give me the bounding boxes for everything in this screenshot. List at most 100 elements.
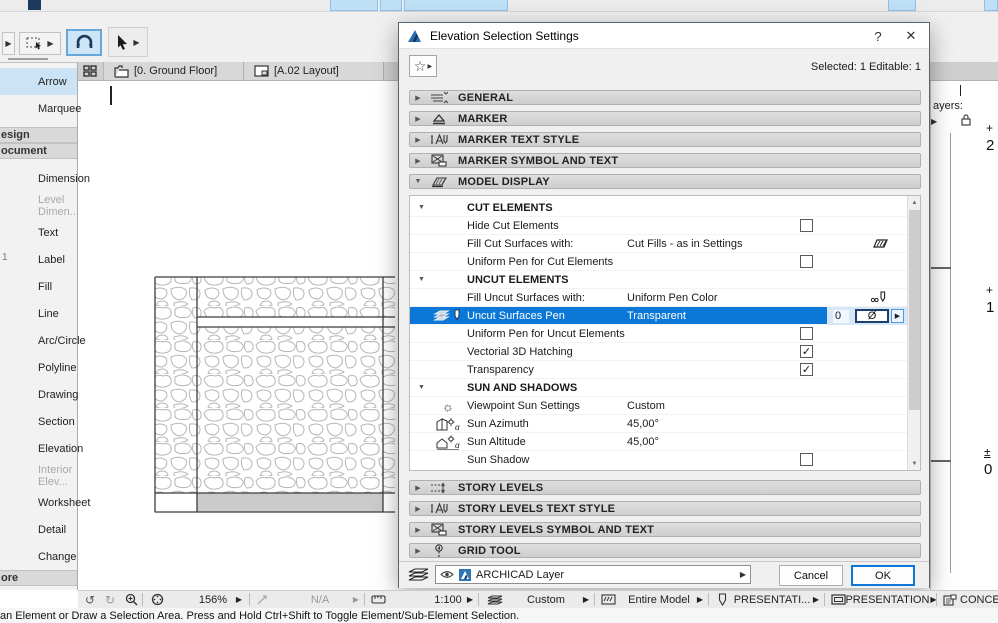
close-button[interactable]: ✕	[893, 23, 929, 49]
row-uncut-surfaces-pen[interactable]: Uncut Surfaces Pen Transparent 0 Ø ▶	[410, 307, 908, 325]
arrow-tool-button[interactable]: ▶	[108, 27, 148, 57]
toolbox-item-line[interactable]: Line	[0, 300, 77, 327]
row-fill-uncut-surfaces[interactable]: Fill Uncut Surfaces with: Uniform Pen Co…	[410, 289, 908, 307]
hide-cut-checkbox[interactable]	[800, 219, 813, 232]
model-view-value[interactable]: PRESENTATI...	[730, 591, 814, 608]
pen-flyout-button[interactable]: ▶	[891, 309, 904, 323]
model-view-button[interactable]	[714, 591, 730, 608]
toolbox-group-document[interactable]: ocument	[0, 143, 77, 159]
toolbox-item-fill[interactable]: Fill	[0, 273, 77, 300]
renovation-value[interactable]: CONCEPT_PR...	[960, 591, 998, 608]
tab-ground-floor[interactable]: [0. Ground Floor]	[104, 62, 244, 80]
toolbox-item-text[interactable]: Text	[0, 219, 77, 246]
pen-set-button[interactable]	[598, 591, 618, 608]
marquee-tool-button[interactable]: ▶	[19, 32, 61, 55]
cancel-button[interactable]: Cancel	[779, 565, 843, 586]
layer-stepper[interactable]: ▶	[580, 591, 592, 608]
section-story-levels-text-style[interactable]: ▶ STORY LEVELS TEXT STYLE	[409, 501, 921, 516]
uncut-pen-row-icon	[433, 309, 460, 321]
graphic-override-value[interactable]: PRESENTATION ▶	[845, 591, 936, 608]
scrollbar-thumb[interactable]	[909, 210, 920, 410]
scale-stepper[interactable]: ▶	[464, 591, 476, 608]
favorites-button[interactable]: ☆ ▶	[409, 55, 437, 77]
toolbox-item-arrow[interactable]: Arrow	[0, 68, 77, 95]
pen-number-field[interactable]: 0	[833, 309, 849, 323]
pen-set-value[interactable]: Entire Model	[620, 591, 698, 608]
toolbox-item-arc-circle[interactable]: Arc/Circle	[0, 327, 86, 354]
toolbox-item-change[interactable]: Change	[0, 543, 77, 570]
vectorial-hatching-checkbox[interactable]: ✓	[800, 345, 813, 358]
section-marker[interactable]: ▶ MARKER	[409, 111, 921, 126]
transparency-checkbox[interactable]: ✓	[800, 363, 813, 376]
toolbox-group-more[interactable]: ore	[0, 570, 77, 586]
section-story-levels-symbol-and-text[interactable]: ▶ STORY LEVELS SYMBOL AND TEXT	[409, 522, 921, 537]
layer-combination-button[interactable]	[484, 591, 506, 608]
ok-button[interactable]: OK	[851, 565, 915, 586]
layer-combination-value[interactable]: Custom	[508, 591, 584, 608]
toolbox-item-dimension[interactable]: Dimension	[0, 165, 90, 192]
orientation-button[interactable]	[254, 591, 270, 608]
toolbox-item-marquee[interactable]: Marquee	[0, 95, 81, 122]
toolbox-item-level-dimension[interactable]: Level Dimen...	[0, 192, 79, 219]
section-grid-tool[interactable]: ▶ GRID TOOL	[409, 543, 921, 558]
scale-button[interactable]	[368, 591, 388, 608]
row-sun-altitude[interactable]: α Sun Altitude 45,00°	[410, 433, 908, 451]
zoom-in-button[interactable]	[122, 591, 140, 608]
toolbox-group-design[interactable]: esign	[0, 127, 77, 143]
help-button[interactable]: ?	[863, 23, 893, 49]
section-model-display[interactable]: ▼ MODEL DISPLAY	[409, 174, 921, 189]
pen-color-button[interactable]: Ø	[855, 309, 889, 323]
model-view-stepper[interactable]: ▶	[810, 591, 822, 608]
section-story-levels[interactable]: ▶ STORY LEVELS	[409, 480, 921, 495]
next-zoom-button[interactable]: ↻	[102, 591, 118, 608]
zoom-stepper[interactable]: ▶	[233, 591, 245, 608]
row-uniform-pen-uncut[interactable]: Uniform Pen for Uncut Elements	[410, 325, 908, 343]
row-fill-cut-surfaces[interactable]: Fill Cut Surfaces with: Cut Fills - as i…	[410, 235, 908, 253]
tab-layout[interactable]: [A.02 Layout]	[244, 62, 384, 80]
group-header-uncut-elements[interactable]: ▼ UNCUT ELEMENTS	[410, 271, 908, 289]
row-viewpoint-sun-settings[interactable]: ☼ Viewpoint Sun Settings Custom	[410, 397, 908, 415]
section-general[interactable]: ▶ GENERAL	[409, 90, 921, 105]
section-marker-text-style[interactable]: ▶ MARKER TEXT STYLE	[409, 132, 921, 147]
quad-view-button[interactable]	[78, 62, 104, 80]
toolbar-highlight-fragment[interactable]	[380, 0, 402, 11]
group-header-sun-and-shadows[interactable]: ▼ SUN AND SHADOWS	[410, 379, 908, 397]
row-transparency[interactable]: Transparency ✓	[410, 361, 908, 379]
toolbox-item-detail[interactable]: Detail	[0, 516, 77, 543]
toolbar-highlight-fragment[interactable]	[404, 0, 508, 11]
toolbox-item-section[interactable]: Section	[0, 408, 77, 435]
row-hide-cut-elements[interactable]: Hide Cut Elements	[410, 217, 908, 235]
row-sun-shadow[interactable]: Sun Shadow	[410, 451, 908, 469]
uniform-pen-uncut-checkbox[interactable]	[800, 327, 813, 340]
toolbar-expander-button[interactable]: ▶	[2, 32, 15, 55]
panel-scrollbar[interactable]: ▲ ▼	[907, 196, 920, 470]
uniform-pen-cut-checkbox[interactable]	[800, 255, 813, 268]
pen-set-stepper[interactable]: ▶	[694, 591, 706, 608]
panel-grip[interactable]	[8, 58, 48, 60]
toolbar-highlight-fragment[interactable]	[888, 0, 916, 11]
scale-value[interactable]: 1:100	[408, 591, 488, 608]
toolbox-item-label[interactable]: 1 Label	[0, 246, 77, 273]
previous-zoom-button[interactable]: ↺	[82, 591, 98, 608]
toolbox-item-polyline[interactable]: Polyline	[0, 354, 77, 381]
toolbox-item-drawing[interactable]: Drawing	[0, 381, 78, 408]
orientation-stepper[interactable]: ▶	[350, 591, 362, 608]
toolbox-item-worksheet[interactable]: Worksheet	[0, 489, 90, 516]
toolbar-highlight-fragment[interactable]	[330, 0, 378, 11]
row-uniform-pen-cut[interactable]: Uniform Pen for Cut Elements	[410, 253, 908, 271]
row-vectorial-3d-hatching[interactable]: Vectorial 3D Hatching ✓	[410, 343, 908, 361]
section-marker-symbol-and-text[interactable]: ▶ MARKER SYMBOL AND TEXT	[409, 153, 921, 168]
toolbar-highlight-fragment[interactable]	[984, 0, 998, 11]
row-sun-azimuth[interactable]: α Sun Azimuth 45,00°	[410, 415, 908, 433]
dialog-titlebar[interactable]: Elevation Selection Settings ? ✕	[399, 23, 929, 49]
layer-dropdown[interactable]: ARCHICAD Layer ▶	[435, 565, 751, 584]
toolbox-item-elevation[interactable]: Elevation	[0, 435, 83, 462]
sun-shadow-checkbox[interactable]	[800, 453, 813, 466]
orbit-button[interactable]	[66, 29, 102, 56]
fit-in-window-button[interactable]	[148, 591, 168, 608]
scroll-down-button[interactable]: ▼	[908, 457, 921, 470]
toolbox-item-interior-elevation[interactable]: Interior Elev...	[0, 462, 77, 489]
group-header-cut-elements[interactable]: ▼ CUT ELEMENTS	[410, 199, 908, 217]
renovation-button[interactable]	[940, 591, 960, 608]
scroll-up-button[interactable]: ▲	[908, 196, 921, 209]
